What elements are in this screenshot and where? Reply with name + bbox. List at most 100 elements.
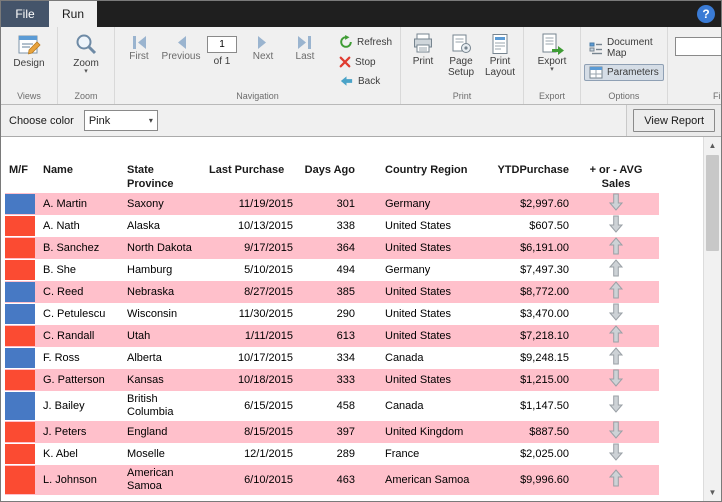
cell-name: L. Johnson: [43, 473, 97, 486]
gender-bar: [5, 370, 35, 390]
view-report-area: View Report: [626, 105, 721, 136]
export-button[interactable]: Export ▾: [527, 29, 577, 76]
find-input[interactable]: [674, 37, 721, 56]
cell-name: K. Abel: [43, 447, 78, 460]
cell-name: B. She: [43, 263, 77, 276]
color-select[interactable]: Pink ▾: [83, 110, 158, 131]
cell-days-ago: 397: [336, 425, 355, 438]
cell-state-province: North Dakota: [127, 241, 192, 254]
back-button[interactable]: Back: [334, 73, 397, 89]
print-layout-button[interactable]: Print Layout: [480, 29, 520, 81]
cell-name: C. Randall: [43, 329, 95, 342]
cell-trend: [573, 421, 659, 443]
gender-bar: [5, 348, 35, 368]
down-arrow-icon: [608, 395, 624, 413]
cell-ytd-purchase: $9,996.60: [520, 473, 569, 486]
scrollbar-thumb[interactable]: [706, 155, 719, 251]
gender-bar: [5, 444, 35, 464]
view-report-button[interactable]: View Report: [633, 109, 715, 132]
down-arrow-icon: [608, 193, 624, 211]
vertical-scrollbar[interactable]: ▲ ▼: [703, 137, 721, 501]
print-layout-icon: [488, 32, 512, 56]
cell-ytd-purchase: $2,997.60: [520, 197, 569, 210]
tab-strip: File Run ?: [1, 1, 721, 27]
document-map-icon: [589, 42, 603, 55]
cell-country-region: United States: [385, 307, 452, 320]
page-setup-button[interactable]: Page Setup: [442, 29, 480, 81]
report-table: M/F Name State Province Last Purchase Da…: [5, 161, 659, 495]
cell-days-ago: 458: [336, 399, 355, 412]
cell-days-ago: 463: [336, 473, 355, 486]
cell-ytd-purchase: $3,470.00: [520, 307, 569, 320]
parameters-button[interactable]: Parameters: [584, 64, 664, 81]
page-number-area: of 1: [202, 29, 242, 67]
ribbon-group-find: Find: [668, 27, 721, 104]
scroll-up-icon[interactable]: ▲: [704, 137, 721, 154]
cell-state-province: England: [127, 425, 168, 438]
cell-gender: [5, 347, 39, 369]
cell-gender: [5, 281, 39, 303]
navigation-extra-stack: Refresh Stop Back: [334, 29, 397, 89]
cell-days-ago: 494: [336, 263, 355, 276]
document-map-label: Document Map: [607, 37, 653, 59]
gender-bar: [5, 304, 35, 324]
table-row: A. Nath Alaska 10/13/2015 338 United States $…: [5, 215, 659, 237]
ribbon-group-views: Design Views: [1, 27, 58, 104]
ribbon-group-navigation: First Previous of 1 Next: [115, 27, 402, 104]
page-number-input[interactable]: [207, 36, 237, 53]
cell-gender: [5, 259, 39, 281]
previous-page-button[interactable]: Previous: [160, 29, 202, 62]
previous-page-label: Previous: [161, 51, 201, 62]
ribbon-group-export: Export ▾ Export: [524, 27, 582, 104]
first-page-button[interactable]: First: [118, 29, 160, 62]
cell-trend: [573, 237, 659, 259]
scroll-down-icon[interactable]: ▼: [704, 484, 721, 501]
cell-trend: [573, 465, 659, 495]
next-page-icon: [253, 34, 273, 51]
table-row: B. She Hamburg 5/10/2015 494 Germany $7,497.3…: [5, 259, 659, 281]
group-label-options: Options: [608, 91, 640, 101]
help-icon[interactable]: ?: [697, 5, 715, 23]
stop-label: Stop: [355, 56, 376, 68]
cell-ytd-purchase: $7,218.10: [520, 329, 569, 342]
tab-run[interactable]: Run: [49, 1, 97, 27]
group-label-views: Views: [17, 91, 41, 101]
tab-file[interactable]: File: [1, 1, 49, 27]
down-arrow-icon: [608, 421, 624, 439]
cell-gender: [5, 369, 39, 391]
last-page-button[interactable]: Last: [284, 29, 326, 62]
design-button[interactable]: Design: [4, 29, 54, 72]
zoom-button[interactable]: Zoom ▾: [61, 29, 111, 78]
column-header-country-region: Country Region: [385, 164, 468, 176]
cell-days-ago: 334: [336, 351, 355, 364]
group-label-find: Find: [712, 91, 721, 101]
document-map-button[interactable]: Document Map: [584, 35, 664, 61]
parameters-fields: Choose color Pink ▾: [1, 110, 626, 131]
up-arrow-icon: [608, 237, 624, 255]
stop-button[interactable]: Stop: [334, 54, 397, 70]
gender-bar: [5, 326, 35, 346]
cell-name: J. Peters: [43, 425, 87, 438]
table-row: F. Ross Alberta 10/17/2015 334 Canada $9,248.…: [5, 347, 659, 369]
table-row: C. Reed Nebraska 8/27/2015 385 United States…: [5, 281, 659, 303]
print-icon: [411, 32, 435, 56]
cell-days-ago: 301: [336, 197, 355, 210]
cell-state-province: Nebraska: [127, 285, 175, 298]
report-viewer: M/F Name State Province Last Purchase Da…: [1, 137, 721, 501]
gender-bar: [5, 282, 35, 302]
print-label: Print: [412, 56, 434, 67]
next-page-button[interactable]: Next: [242, 29, 284, 62]
cell-ytd-purchase: $1,147.50: [520, 399, 569, 412]
refresh-button[interactable]: Refresh: [334, 33, 397, 51]
refresh-label: Refresh: [357, 36, 393, 48]
cell-trend: [573, 303, 659, 325]
color-select-value: Pink: [88, 114, 111, 127]
design-label: Design: [13, 58, 45, 69]
print-button[interactable]: Print: [404, 29, 442, 70]
down-arrow-icon: [608, 303, 624, 321]
first-page-label: First: [129, 51, 149, 62]
up-arrow-icon: [608, 259, 624, 277]
print-layout-label: Print Layout: [485, 56, 516, 78]
cell-last-purchase: 8/27/2015: [244, 285, 293, 298]
table-row: C. Petulescu Wisconsin 11/30/2015 290 United…: [5, 303, 659, 325]
